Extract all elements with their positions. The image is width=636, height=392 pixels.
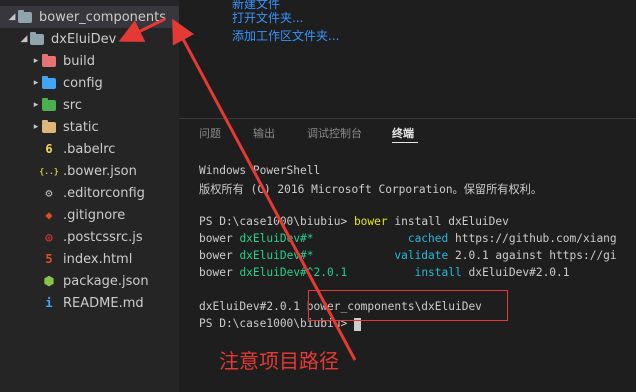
tree-item-label: src xyxy=(63,97,82,113)
tree-item[interactable]: ▸ build xyxy=(0,50,179,72)
tree-item-label: .editorconfig xyxy=(63,185,145,201)
folder-icon xyxy=(42,119,56,133)
tree-item-label: bower_components xyxy=(39,9,166,25)
tab-problems[interactable]: 问题 xyxy=(199,125,221,141)
tree-item[interactable]: ▸ src xyxy=(0,94,179,116)
tree-item-label: .postcssrc.js xyxy=(63,229,143,245)
tree-item-bower-components[interactable]: ◢ bower_components xyxy=(0,6,179,28)
tree-item[interactable]: ⚙ .editorconfig xyxy=(0,182,179,204)
postcss-icon: ◎ xyxy=(45,230,53,244)
build-folder-icon xyxy=(42,53,56,67)
git-icon: ◆ xyxy=(45,208,53,222)
tab-output[interactable]: 输出 xyxy=(253,125,275,141)
terminal-line: bower dxEluiDev#^2.0.1 install dxEluiDev… xyxy=(199,266,570,279)
tree-item-label: index.html xyxy=(63,251,133,267)
folder-open-icon xyxy=(30,31,44,45)
tree-item-label: dxEluiDev xyxy=(51,31,117,47)
tree-item[interactable]: ◆ .gitignore xyxy=(0,204,179,226)
tree-item-dxeluidev[interactable]: ◢ dxEluiDev xyxy=(0,28,179,50)
tree-item-label: .bower.json xyxy=(63,163,137,179)
config-folder-icon xyxy=(42,75,56,89)
tree-item[interactable]: ⬢ package.json xyxy=(0,270,179,292)
chevron-down-icon[interactable]: ◢ xyxy=(6,12,18,22)
explorer-sidebar: ◢ bower_components ◢ dxEluiDev ▸ build ▸ co… xyxy=(0,0,179,392)
terminal-line: Windows PowerShell xyxy=(199,164,321,177)
tree-item[interactable]: ▸ static xyxy=(0,116,179,138)
highlight-box xyxy=(308,290,508,321)
terminal-line: bower dxEluiDev#* cached https://github.… xyxy=(199,232,617,245)
tree-item[interactable]: 6 .babelrc xyxy=(0,138,179,160)
open-folder-link[interactable]: 打开文件夹... xyxy=(232,9,303,26)
active-tab-indicator xyxy=(392,142,418,143)
tab-terminal[interactable]: 终端 xyxy=(392,125,414,141)
annotation-note: 注意项目路径 xyxy=(219,349,339,373)
tree-item[interactable]: i README.md xyxy=(0,292,179,314)
tree-item-label: config xyxy=(63,75,103,91)
info-icon: i xyxy=(45,296,53,310)
html-icon: 5 xyxy=(45,252,53,266)
npm-icon: ⬢ xyxy=(43,274,55,288)
chevron-right-icon[interactable]: ▸ xyxy=(30,122,42,132)
chevron-right-icon[interactable]: ▸ xyxy=(30,78,42,88)
tree-item[interactable]: ◎ .postcssrc.js xyxy=(0,226,179,248)
add-workspace-folder-link[interactable]: 添加工作区文件夹... xyxy=(232,27,339,44)
tree-item-label: static xyxy=(63,119,99,135)
terminal-line: 版权所有 (C) 2016 Microsoft Corporation。保留所有… xyxy=(199,183,543,196)
tree-item-label: .gitignore xyxy=(63,207,126,223)
tree-item-label: README.md xyxy=(63,295,144,311)
tree-item-label: .babelrc xyxy=(63,141,116,157)
tree-item[interactable]: 5 index.html xyxy=(0,248,179,270)
tree-item[interactable]: {..} .bower.json xyxy=(0,160,179,182)
chevron-right-icon[interactable]: ▸ xyxy=(30,56,42,66)
folder-open-icon xyxy=(18,9,32,23)
tree-item-label: build xyxy=(63,53,95,69)
chevron-right-icon[interactable]: ▸ xyxy=(30,100,42,110)
json-icon: {..} xyxy=(39,166,59,176)
terminal-line: bower dxEluiDev#* validate 2.0.1 against… xyxy=(199,249,617,262)
src-folder-icon xyxy=(42,97,56,111)
panel-tab-bar: 问题 输出 调试控制台 终端 xyxy=(179,118,636,149)
terminal-line: PS D:\case1000\biubiu> bower install dxE… xyxy=(199,215,509,228)
tree-item[interactable]: ▸ config xyxy=(0,72,179,94)
editor-area: 新建文件 打开文件夹... 添加工作区文件夹... 问题 输出 调试控制台 终端… xyxy=(179,0,636,392)
babel-icon: 6 xyxy=(45,142,53,156)
chevron-down-icon[interactable]: ◢ xyxy=(18,34,30,44)
tree-item-label: package.json xyxy=(63,273,149,289)
tab-debug-console[interactable]: 调试控制台 xyxy=(307,125,362,141)
editorconfig-icon: ⚙ xyxy=(45,186,53,200)
